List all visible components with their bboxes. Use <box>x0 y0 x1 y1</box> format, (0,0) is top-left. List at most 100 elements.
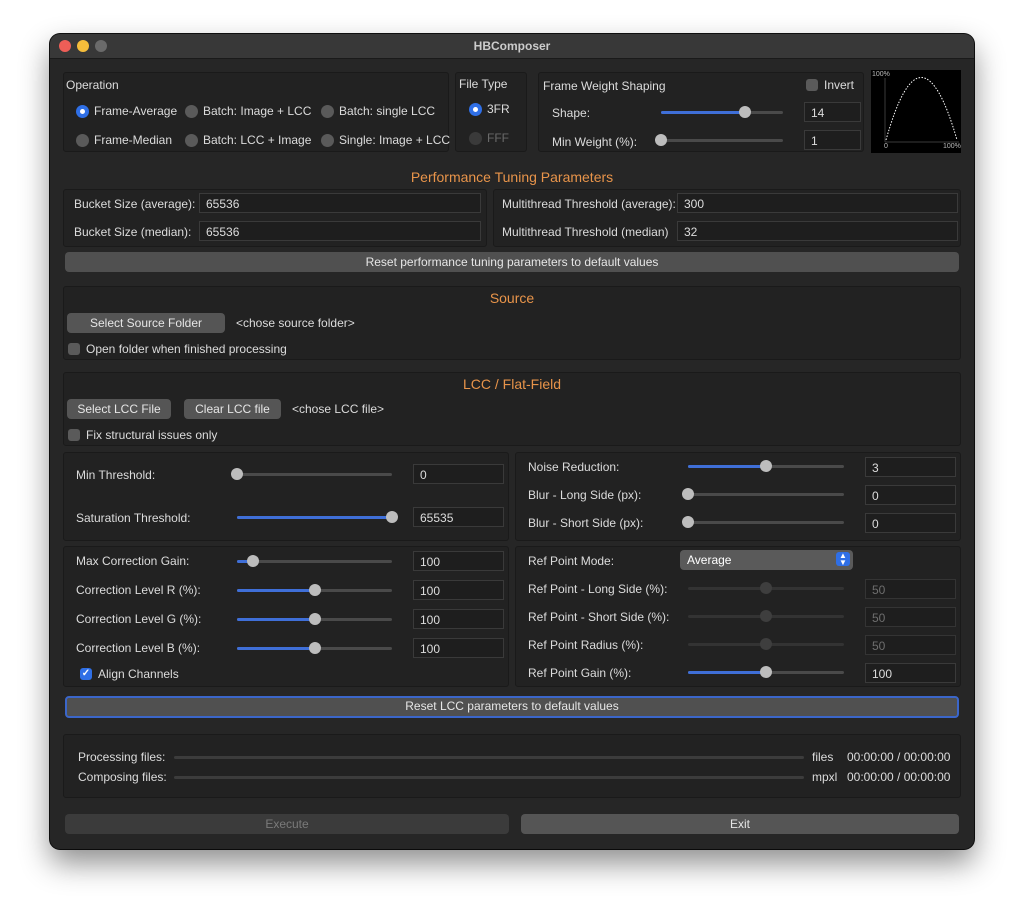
ref-gain-field[interactable]: 100 <box>865 663 956 683</box>
radio-fff[interactable] <box>469 132 482 145</box>
correction-r-slider[interactable] <box>237 584 392 596</box>
reset-performance-button[interactable]: Reset performance tuning parameters to d… <box>65 252 959 272</box>
correction-b-field[interactable]: 100 <box>413 638 504 658</box>
blur-long-field[interactable]: 0 <box>865 485 956 505</box>
saturation-threshold-label: Saturation Threshold: <box>76 511 191 525</box>
radio-frame-average[interactable] <box>76 105 89 118</box>
open-folder-checkbox[interactable] <box>68 343 80 355</box>
correction-b-label: Correction Level B (%): <box>76 641 201 655</box>
fix-structural-label: Fix structural issues only <box>86 428 218 442</box>
radio-batch-image-lcc[interactable] <box>185 105 198 118</box>
radio-3fr[interactable] <box>469 103 482 116</box>
ref-short-slider-handle[interactable] <box>760 610 772 622</box>
weight-curve-preview: 100% 0 100% <box>871 70 961 153</box>
reset-lcc-button[interactable]: Reset LCC parameters to default values <box>65 696 959 718</box>
source-folder-path: <chose source folder> <box>236 316 355 330</box>
shape-label: Shape: <box>552 106 591 120</box>
radio-batch-lcc-image[interactable] <box>185 134 198 147</box>
shape-slider-handle[interactable] <box>739 106 751 118</box>
composing-unit: mpxl <box>812 770 838 784</box>
correction-b-slider[interactable] <box>237 642 392 654</box>
lcc-file-group: LCC / Flat-Field Select LCC File Clear L… <box>63 372 961 446</box>
correction-r-field[interactable]: 100 <box>413 580 504 600</box>
invert-checkbox[interactable] <box>806 79 818 91</box>
radio-single-image-lcc[interactable] <box>321 134 334 147</box>
radio-frame-median-label: Frame-Median <box>94 133 173 147</box>
correction-b-slider-handle[interactable] <box>309 642 321 654</box>
composing-files-label: Composing files: <box>78 770 167 784</box>
progress-group: Processing files: files 00:00:00 / 00:00… <box>63 734 961 798</box>
frame-weight-title: Frame Weight Shaping <box>543 79 666 93</box>
ref-long-field[interactable]: 50 <box>865 579 956 599</box>
ref-long-slider[interactable] <box>688 582 844 594</box>
blur-short-field[interactable]: 0 <box>865 513 956 533</box>
fix-structural-checkbox[interactable] <box>68 429 80 441</box>
correction-b-slider-fill <box>237 647 315 650</box>
correction-g-slider-handle[interactable] <box>309 613 321 625</box>
blur-short-slider-handle[interactable] <box>682 516 694 528</box>
ref-radius-slider-handle[interactable] <box>760 638 772 650</box>
window-title: HBComposer <box>473 39 551 53</box>
min-weight-slider-handle[interactable] <box>655 134 667 146</box>
ref-point-mode-select[interactable]: Average ▲ ▼ <box>680 550 853 570</box>
bucket-med-field[interactable]: 65536 <box>199 221 481 241</box>
max-correction-gain-field[interactable]: 100 <box>413 551 504 571</box>
ref-gain-slider-handle[interactable] <box>760 666 772 678</box>
correction-r-slider-handle[interactable] <box>309 584 321 596</box>
min-weight-slider[interactable] <box>655 134 783 146</box>
app-window: HBComposer Operation Frame-Average Batch… <box>50 34 974 849</box>
source-title: Source <box>489 290 535 306</box>
mt-avg-field[interactable]: 300 <box>677 193 958 213</box>
correction-g-slider[interactable] <box>237 613 392 625</box>
processing-unit: files <box>812 750 834 764</box>
radio-single-image-lcc-label: Single: Image + LCC <box>339 133 451 147</box>
processing-time: 00:00:00 / 00:00:00 <box>847 750 951 764</box>
radio-frame-median[interactable] <box>76 134 89 147</box>
radio-3fr-label: 3FR <box>487 102 510 116</box>
max-correction-gain-slider-handle[interactable] <box>247 555 259 567</box>
min-weight-value-field[interactable]: 1 <box>804 130 861 150</box>
operation-title: Operation <box>66 78 119 92</box>
bucket-avg-label: Bucket Size (average): <box>74 197 196 211</box>
saturation-threshold-slider[interactable] <box>237 511 398 523</box>
weight-curve-graph <box>884 77 959 143</box>
ref-short-field[interactable]: 50 <box>865 607 956 627</box>
bucket-avg-field[interactable]: 65536 <box>199 193 481 213</box>
noise-reduction-slider-handle[interactable] <box>760 460 772 472</box>
radio-batch-single-lcc[interactable] <box>321 105 334 118</box>
ref-radius-field[interactable]: 50 <box>865 635 956 655</box>
weight-curve-line <box>885 77 958 141</box>
max-correction-gain-slider[interactable] <box>237 555 392 567</box>
noise-reduction-label: Noise Reduction: <box>528 460 620 474</box>
correction-g-label: Correction Level G (%): <box>76 612 202 626</box>
blur-long-slider-handle[interactable] <box>682 488 694 500</box>
bucket-size-group: Bucket Size (average): 65536 Bucket Size… <box>63 189 487 247</box>
saturation-threshold-field[interactable]: 65535 <box>413 507 504 527</box>
ref-long-slider-handle[interactable] <box>760 582 772 594</box>
align-channels-checkbox[interactable]: ✓ <box>80 668 92 680</box>
min-threshold-slider-handle[interactable] <box>231 468 243 480</box>
saturation-threshold-slider-handle[interactable] <box>386 511 398 523</box>
correction-g-field[interactable]: 100 <box>413 609 504 629</box>
min-threshold-slider[interactable] <box>231 468 392 480</box>
correction-r-label: Correction Level R (%): <box>76 583 201 597</box>
blur-short-slider[interactable] <box>682 516 844 528</box>
min-threshold-field[interactable]: 0 <box>413 464 504 484</box>
noise-reduction-slider[interactable] <box>688 460 844 472</box>
threshold-group: Min Threshold: 0 Saturation Threshold: 6… <box>63 452 509 541</box>
ref-short-slider[interactable] <box>688 610 844 622</box>
radio-batch-image-lcc-label: Batch: Image + LCC <box>203 104 312 118</box>
clear-lcc-file-button[interactable]: Clear LCC file <box>184 399 281 419</box>
exit-button[interactable]: Exit <box>521 814 959 834</box>
shape-slider[interactable] <box>661 106 783 118</box>
select-source-folder-button[interactable]: Select Source Folder <box>67 313 225 333</box>
ref-radius-slider[interactable] <box>688 638 844 650</box>
noise-reduction-field[interactable]: 3 <box>865 457 956 477</box>
ref-gain-slider[interactable] <box>688 666 844 678</box>
processing-files-label: Processing files: <box>78 750 166 764</box>
blur-long-slider[interactable] <box>682 488 844 500</box>
select-lcc-file-button[interactable]: Select LCC File <box>67 399 171 419</box>
shape-value-field[interactable]: 14 <box>804 102 861 122</box>
mt-med-field[interactable]: 32 <box>677 221 958 241</box>
execute-button[interactable]: Execute <box>65 814 509 834</box>
